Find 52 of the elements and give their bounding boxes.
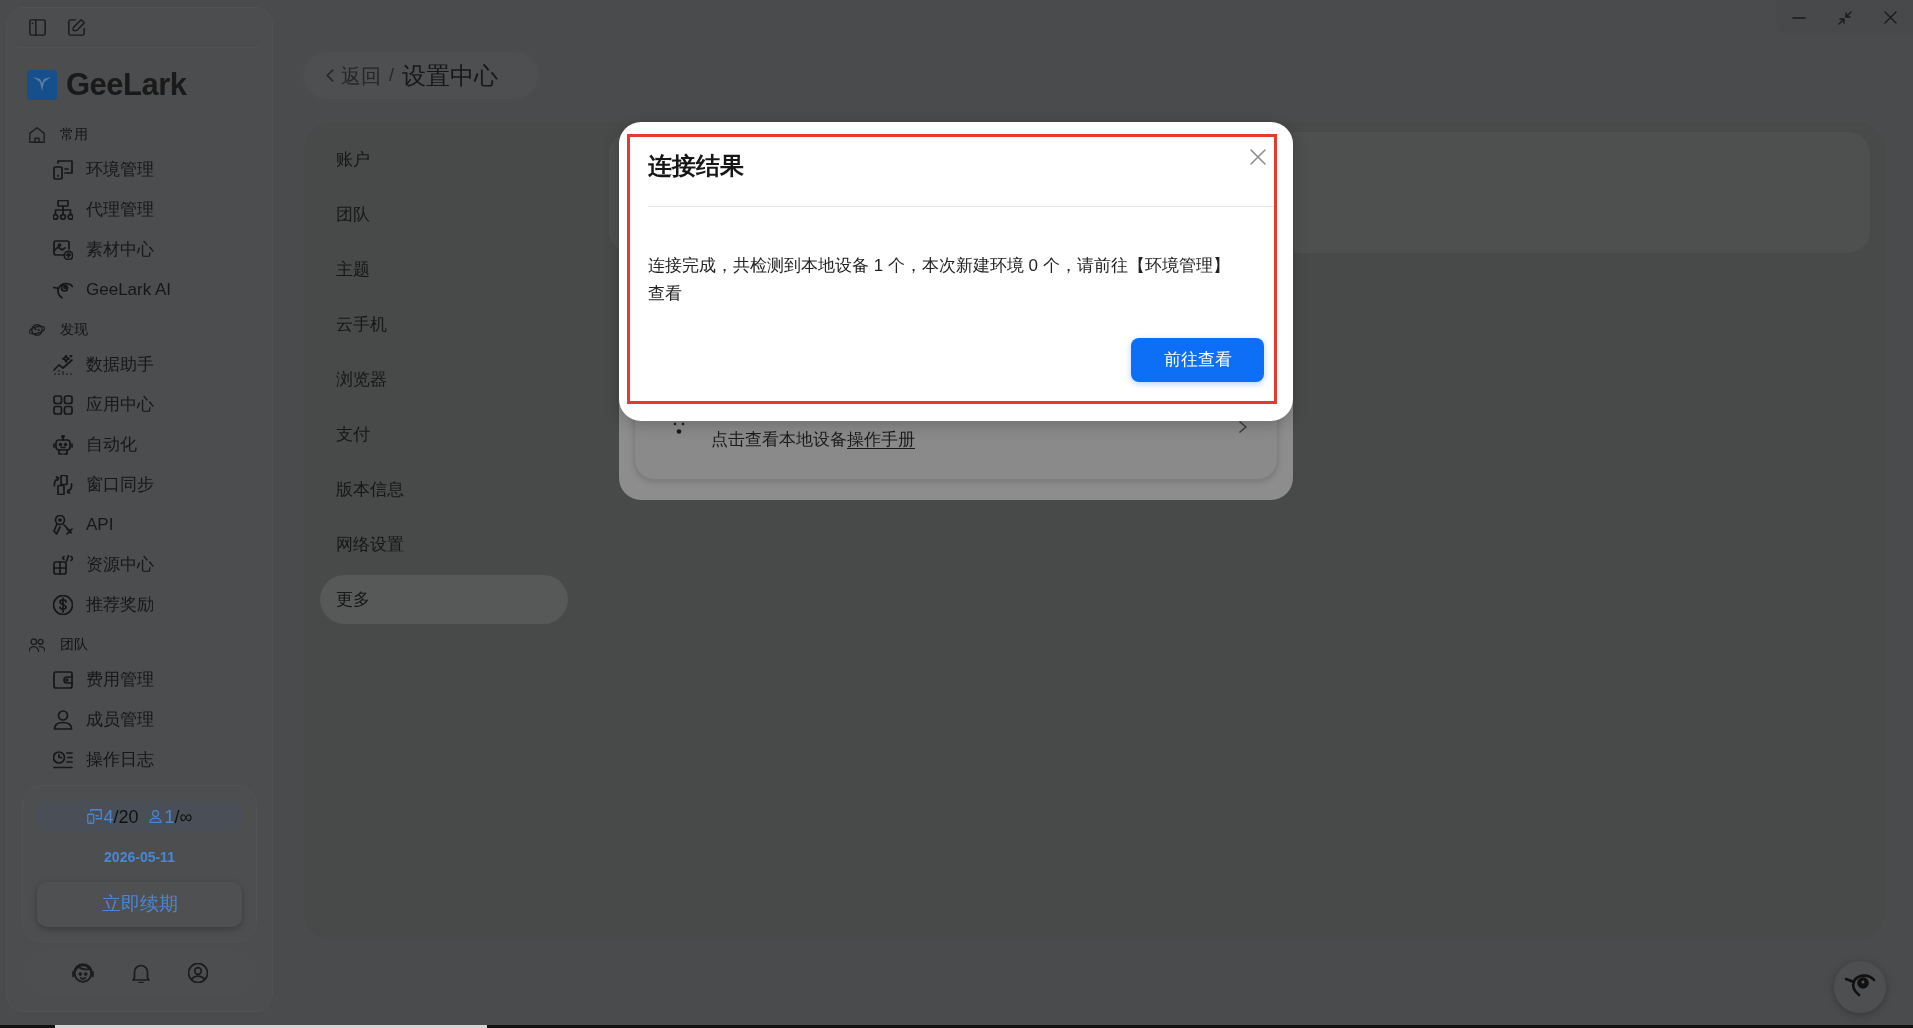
- close-icon[interactable]: [1884, 11, 1897, 24]
- page-title: 设置中心: [402, 60, 498, 91]
- home-icon: [29, 126, 45, 143]
- sidebar-item[interactable]: GeeLark AI: [53, 277, 172, 303]
- edit-icon[interactable]: [68, 19, 85, 36]
- people-icon: [29, 636, 45, 653]
- settings-nav-item[interactable]: 更多: [320, 575, 568, 624]
- sidebar-item[interactable]: API: [53, 512, 114, 538]
- bird-icon: [53, 280, 73, 300]
- minimize-icon[interactable]: [1792, 16, 1806, 19]
- robot-icon: [53, 435, 73, 455]
- devices-icon: [86, 809, 102, 824]
- sparkle-chart-icon: [53, 355, 73, 375]
- section-title: 常用: [60, 125, 88, 144]
- person-icon: [53, 710, 73, 730]
- section-title: 团队: [60, 635, 88, 654]
- ai-assistant-button[interactable]: [1834, 961, 1886, 1013]
- renew-button[interactable]: 立即续期: [37, 882, 242, 927]
- bell-icon[interactable]: [130, 962, 151, 983]
- view-button[interactable]: 前往查看: [1131, 338, 1264, 382]
- logo-icon: [27, 69, 57, 100]
- person-icon: [148, 810, 162, 823]
- breadcrumb-separator: /: [389, 64, 394, 87]
- sidebar-toggle-icon[interactable]: [29, 19, 46, 36]
- dollar-icon: [53, 595, 73, 615]
- wallet-icon: [53, 670, 73, 690]
- sync-devices-icon: [53, 475, 73, 495]
- image-upload-icon: [53, 240, 73, 260]
- manual-hint: 点击查看本地设备操作手册: [711, 429, 915, 451]
- dialog-title: 连接结果: [648, 151, 744, 181]
- compress-icon[interactable]: [1838, 10, 1852, 25]
- dots-icon: [673, 422, 685, 434]
- scrollbar-thumb[interactable]: [55, 1025, 487, 1028]
- chevron-left-icon: [326, 69, 334, 82]
- grid-icon: [53, 395, 73, 415]
- quota-limit: /20: [113, 807, 139, 826]
- section-title: 发现: [60, 320, 88, 339]
- dialog-message: 连接完成，共检测到本地设备 1 个，本次新建环境 0 个，请前往【环境管理】查看: [648, 255, 1231, 305]
- close-icon[interactable]: [1250, 149, 1266, 165]
- devices-icon: [53, 160, 73, 180]
- support-agent-icon[interactable]: [71, 961, 94, 984]
- expiry-date: 2026-05-11: [104, 847, 175, 867]
- key-icon: [53, 515, 73, 535]
- chevron-right-icon: [1239, 421, 1247, 433]
- hierarchy-icon: [53, 200, 73, 220]
- planet-icon: [29, 321, 45, 338]
- blocks-code-icon: [53, 555, 73, 575]
- manual-link[interactable]: 操作手册: [847, 430, 915, 449]
- quota-limit: /∞: [174, 807, 193, 826]
- quota-value: 4: [103, 807, 114, 826]
- quota-value: 1: [164, 807, 175, 826]
- clock-list-icon: [53, 750, 73, 770]
